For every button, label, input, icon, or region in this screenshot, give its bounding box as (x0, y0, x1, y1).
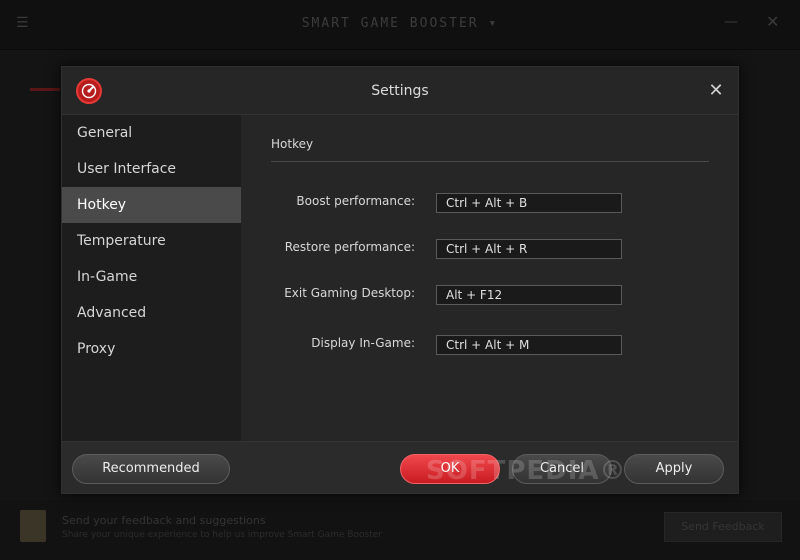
settings-nav: General User Interface Hotkey Temperatur… (62, 115, 241, 441)
hotkey-field-restore[interactable]: Ctrl + Alt + R (436, 239, 622, 259)
hotkey-label-boost: Boost performance: (296, 194, 415, 208)
dialog-title: Settings (371, 83, 429, 99)
background-active-tab-indicator (30, 88, 60, 91)
hotkey-field-display-in-game[interactable]: Ctrl + Alt + M (436, 335, 622, 355)
settings-dialog: Settings ✕ General User Interface Hotkey… (61, 66, 739, 494)
section-title: Hotkey (271, 137, 314, 151)
apply-button[interactable]: Apply (624, 454, 724, 484)
send-feedback-button: Send Feedback (664, 512, 782, 542)
hotkey-label-exit-gaming-desktop: Exit Gaming Desktop: (284, 286, 415, 300)
nav-item-in-game[interactable]: In-Game (62, 259, 241, 295)
close-icon[interactable]: ✕ (706, 81, 726, 101)
nav-item-proxy[interactable]: Proxy (62, 331, 241, 367)
hotkey-field-boost[interactable]: Ctrl + Alt + B (436, 193, 622, 213)
dialog-titlebar: Settings ✕ (62, 67, 738, 115)
hotkey-label-display-in-game: Display In-Game: (311, 336, 415, 350)
recommended-button[interactable]: Recommended (72, 454, 230, 484)
dialog-footer: Recommended OK Cancel Apply (62, 441, 738, 493)
nav-item-user-interface[interactable]: User Interface (62, 151, 241, 187)
background-titlebar: ☰ SMART GAME BOOSTER ▾ — ✕ (0, 0, 800, 50)
background-app-title: SMART GAME BOOSTER ▾ (301, 16, 499, 31)
close-icon: ✕ (766, 12, 780, 31)
feedback-subtitle: Share your unique experience to help us … (62, 530, 382, 540)
section-divider (271, 161, 709, 162)
nav-item-general[interactable]: General (62, 115, 241, 151)
feedback-title: Send your feedback and suggestions (62, 514, 266, 527)
nav-item-advanced[interactable]: Advanced (62, 295, 241, 331)
ok-button[interactable]: OK (400, 454, 500, 484)
hotkey-label-restore: Restore performance: (284, 240, 415, 254)
minimize-icon: — (724, 14, 738, 30)
hotkey-field-exit-gaming-desktop[interactable]: Alt + F12 (436, 285, 622, 305)
nav-item-temperature[interactable]: Temperature (62, 223, 241, 259)
cancel-button[interactable]: Cancel (512, 454, 612, 484)
nav-item-hotkey[interactable]: Hotkey (62, 187, 241, 223)
feedback-icon (20, 510, 46, 542)
hotkey-panel: Hotkey Boost performance: Ctrl + Alt + B… (241, 115, 738, 441)
